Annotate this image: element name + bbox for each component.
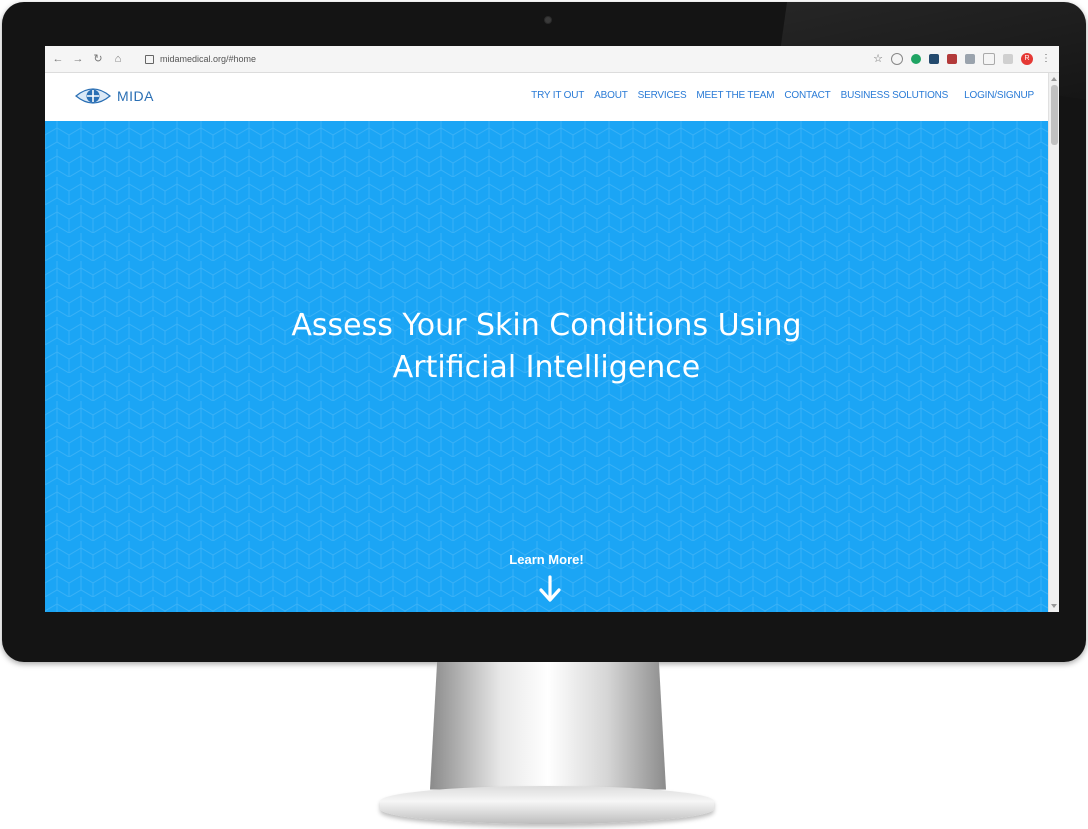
eye-logo-icon (75, 88, 111, 104)
arrow-down-icon[interactable] (538, 575, 562, 603)
site-logo[interactable]: MIDA (75, 86, 154, 106)
hero-section: Assess Your Skin Conditions Using Artifi… (45, 121, 1048, 612)
address-bar[interactable]: midamedical.org/#home (145, 50, 905, 68)
monitor-bezel: ← → ↻ ⌂ midamedical.org/#home ☆ R ⋮ MIDA… (2, 2, 1086, 662)
bookmark-star-icon[interactable]: ☆ (873, 52, 883, 65)
profile-avatar[interactable]: R (1021, 52, 1033, 65)
main-nav: TRY IT OUT ABOUT SERVICES MEET THE TEAM … (531, 90, 1034, 101)
extension-icon[interactable] (929, 53, 939, 64)
back-icon[interactable]: ← (51, 52, 65, 66)
nav-contact[interactable]: CONTACT (784, 90, 830, 101)
monitor-stand-base (380, 786, 714, 824)
hero-title-line1: Assess Your Skin Conditions Using (291, 308, 802, 343)
monitor-screen: ← → ↻ ⌂ midamedical.org/#home ☆ R ⋮ MIDA… (45, 46, 1059, 612)
extensions-area: ☆ R ⋮ (873, 52, 1051, 65)
hero-title: Assess Your Skin Conditions Using Artifi… (45, 305, 1048, 389)
url-text: midamedical.org/#home (160, 54, 257, 64)
logo-text: MIDA (117, 88, 154, 104)
home-icon[interactable]: ⌂ (111, 52, 125, 66)
site-header: MIDA TRY IT OUT ABOUT SERVICES MEET THE … (45, 73, 1048, 121)
nav-business-solutions[interactable]: BUSINESS SOLUTIONS (841, 90, 949, 101)
browser-menu-icon[interactable]: ⋮ (1041, 53, 1051, 64)
page-scrollbar[interactable] (1048, 73, 1059, 612)
extension-icon[interactable] (891, 52, 903, 65)
browser-toolbar: ← → ↻ ⌂ midamedical.org/#home ☆ R ⋮ (45, 46, 1059, 73)
nav-try-it-out[interactable]: TRY IT OUT (531, 90, 584, 101)
scroll-down-arrow-icon[interactable] (1051, 604, 1057, 608)
extension-icon[interactable] (1003, 53, 1013, 64)
nav-services[interactable]: SERVICES (638, 90, 687, 101)
hero-title-line2: Artificial Intelligence (392, 350, 701, 385)
nav-about[interactable]: ABOUT (594, 90, 628, 101)
learn-more-link[interactable]: Learn More! (45, 552, 1048, 567)
nav-meet-the-team[interactable]: MEET THE TEAM (696, 90, 774, 101)
extension-icon[interactable] (983, 52, 995, 65)
grammar-extension-icon[interactable] (911, 53, 921, 64)
extension-icon[interactable] (965, 53, 975, 64)
scroll-up-arrow-icon[interactable] (1051, 77, 1057, 81)
camera-icon (544, 16, 552, 24)
extension-icon[interactable] (947, 53, 957, 64)
reload-icon[interactable]: ↻ (91, 52, 105, 66)
forward-icon[interactable]: → (71, 52, 85, 66)
lock-icon (145, 54, 154, 64)
nav-login-signup[interactable]: LOGIN/SIGNUP (964, 90, 1034, 101)
scroll-thumb[interactable] (1051, 85, 1058, 145)
